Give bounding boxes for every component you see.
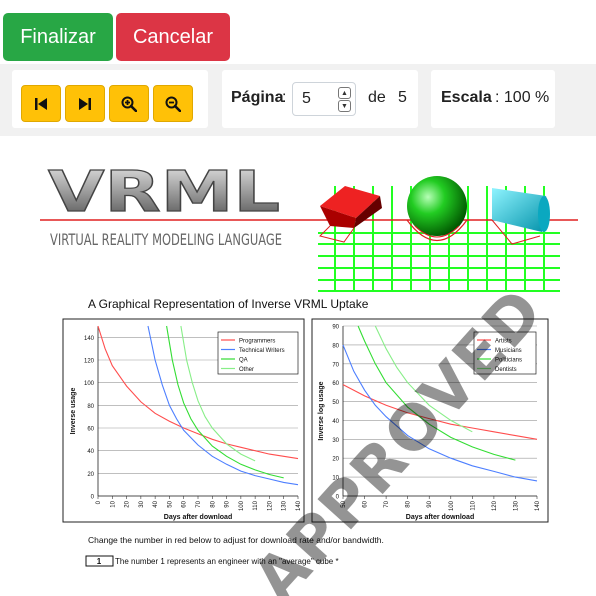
x-tick-label: 80 [406,500,412,507]
document-canvas: VRML VIRTUAL REALITY MODELING LANGUAGE A… [40,159,578,596]
x-tick-label: 130 [282,500,288,511]
page-stepper[interactable]: ▲ ▼ [338,87,351,112]
zoom-in-button[interactable] [109,85,149,122]
zoom-out-icon [165,96,181,112]
y-tick-label: 90 [332,325,339,331]
page-controls: Página : 5 ▲ ▼ de 5 [222,70,418,128]
page-number-input[interactable]: 5 ▲ ▼ [292,82,356,116]
y-tick-label: 20 [87,472,94,478]
x-tick-label: 20 [125,500,131,507]
page-total: 5 [398,89,407,106]
first-page-icon [35,97,47,110]
y-tick-label: 120 [84,359,95,365]
x-axis-label: Days after download [164,514,232,521]
y-tick-label: 50 [332,400,339,406]
x-tick-label: 140 [535,500,541,511]
x-tick-label: 70 [196,500,202,507]
cancel-button[interactable]: Cancelar [116,13,230,61]
scale-display: Escala : 100 % [431,70,555,128]
page-label: Página [231,89,284,106]
scale-value: : 100 % [495,89,550,106]
navigation-controls [12,70,208,128]
sphere-graphic [406,176,468,242]
y-tick-label: 100 [84,381,95,387]
y-tick-label: 30 [332,438,339,444]
top-action-bar: Finalizar Cancelar [0,0,596,64]
zoom-out-button[interactable] [153,85,193,122]
scale-label: Escala [441,89,492,106]
x-tick-label: 90 [427,500,433,507]
y-tick-label: 80 [332,343,339,349]
x-axis-label: Days after download [406,514,474,521]
legend-label: Technical Writers [239,348,285,354]
x-tick-label: 100 [239,500,245,511]
legend-label: QA [239,357,248,363]
y-tick-label: 140 [84,336,95,342]
legend-label: Programmers [239,338,275,344]
number-box-value: 1 [97,557,102,566]
chevron-up-icon[interactable]: ▲ [338,87,351,99]
x-tick-label: 50 [167,500,173,507]
x-tick-label: 120 [492,500,498,511]
x-tick-label: 80 [210,500,216,507]
zoom-in-icon [121,96,137,112]
x-tick-label: 120 [267,500,273,511]
x-tick-label: 90 [225,500,231,507]
x-tick-label: 130 [513,500,519,511]
chevron-down-icon[interactable]: ▼ [338,100,351,112]
x-tick-label: 110 [470,500,476,510]
legend-label: Other [239,367,254,373]
last-page-icon [79,97,91,110]
y-tick-label: 60 [332,381,339,387]
y-tick-label: 40 [87,449,94,455]
page-label-colon: : [282,89,287,106]
page-of-label: de [368,89,386,106]
x-tick-label: 40 [153,500,159,507]
y-axis-label: Inverse usage [70,388,77,435]
first-page-button[interactable] [21,85,61,122]
vrml-logo-subtitle: VIRTUAL REALITY MODELING LANGUAGE [50,230,282,249]
x-tick-label: 60 [182,500,188,507]
last-page-button[interactable] [65,85,105,122]
x-tick-label: 30 [139,500,145,507]
viewer-toolbar: Página : 5 ▲ ▼ de 5 Escala : 100 % [0,64,596,136]
y-tick-label: 60 [87,427,94,433]
x-tick-label: 100 [449,500,455,511]
vrml-logo: VRML [48,160,280,225]
cone-graphic [491,188,550,245]
page-number-value: 5 [302,90,311,107]
y-tick-label: 70 [332,362,339,368]
y-tick-label: 40 [332,419,339,425]
chart-heading: A Graphical Representation of Inverse VR… [88,297,369,311]
y-axis-label: Inverse log usage [318,381,325,440]
x-tick-label: 10 [110,500,116,507]
y-tick-label: 80 [87,404,94,410]
x-tick-label: 110 [253,500,259,510]
document-page: VRML VIRTUAL REALITY MODELING LANGUAGE A… [0,136,596,596]
finalize-button[interactable]: Finalizar [3,13,113,61]
